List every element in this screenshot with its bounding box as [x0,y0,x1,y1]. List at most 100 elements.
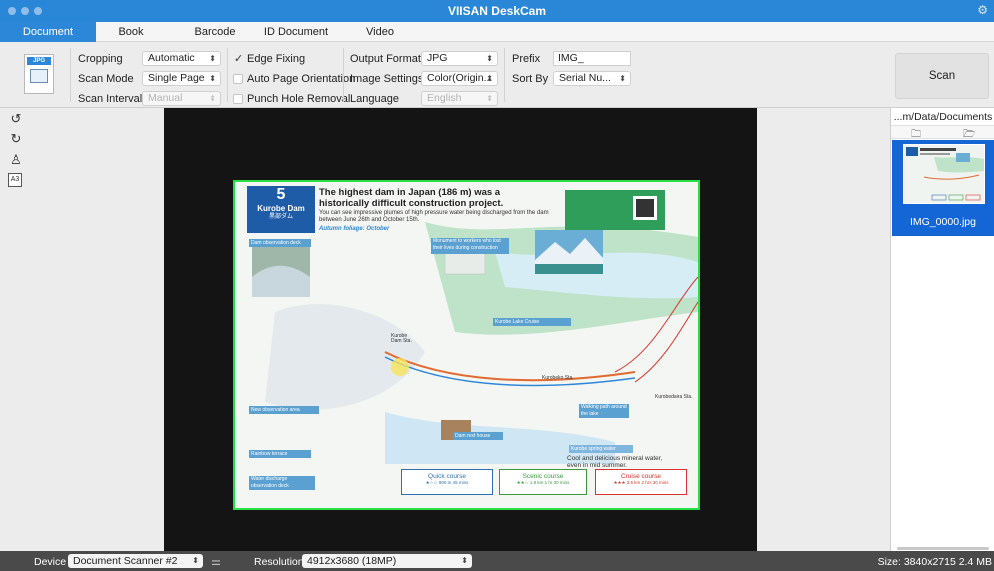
resolution-label: Resolution [254,556,304,568]
file-panel: ...m/Data/Documents 🗀 🗁 IMG_0000.jpg [890,108,994,551]
sort-by-label: Sort By [512,73,549,85]
preview-tools: ↺ ↻ ♙ A3 [0,108,30,551]
poster-title: The highest dam in Japan (186 m) was a h… [319,187,504,209]
rotate-right-icon[interactable]: ↻ [8,131,24,147]
image-settings-value: Color(Origin... [427,72,493,84]
gear-icon[interactable]: ⚙ [977,3,988,17]
tag-monument: Monument to workers who lost their lives… [431,238,509,254]
title-bar: VIISAN DeskCam ⚙ [0,0,994,22]
language-value: English [427,92,462,104]
station-kurobedaira: Kurobedaira Sta. [655,394,693,400]
spot-number-badge: 5 Kurobe Dam 黒部ダム [247,186,315,233]
poster-subtitle: You can see impressive plumes of high pr… [319,210,549,223]
edge-fixing-label: Edge Fixing [247,53,306,65]
edge-fixing-checkbox[interactable]: ✓ [234,52,243,65]
scan-mode-label: Scan Mode [78,73,134,85]
save-path: ...m/Data/Documents [893,111,993,123]
station-kurobe-dam: Kurobe Dam Sta. [391,333,412,344]
cruise-course-detail: ★★★ 3.6 km 2 hrs 30 mins [613,480,669,485]
poster-autumn-foliage: Autumn foliage: October [319,226,390,232]
chevron-updown-icon: ⬍ [209,94,216,103]
detected-document[interactable]: 5 Kurobe Dam 黒部ダム The highest dam in Jap… [233,180,700,510]
sort-by-select[interactable]: Serial Nu... ⬍ [553,71,631,86]
quick-course-box: Quick course ★☆☆ 800 m 45 mins [401,469,493,495]
language-label: Language [350,93,399,105]
chevron-updown-icon: ⬍ [209,74,216,83]
tag-spring-water: Kurobe spring water [569,445,633,453]
scenic-course-detail: ★★☆ 1.8 km 1 hr 30 mins [516,480,570,485]
scan-interval-select[interactable]: Manual ⬍ [142,91,221,106]
prefix-input[interactable]: IMG_ [553,51,631,66]
mode-tabs: Document Book Barcode ID Document Video [0,22,994,42]
spot-name: Kurobe Dam [257,204,305,213]
scenic-course-box: Scenic course ★★☆ 1.8 km 1 hr 30 mins [499,469,587,495]
resolution-select[interactable]: 4912x3680 (18MP) ⬍ [302,554,472,568]
chevron-updown-icon: ⬍ [486,74,493,83]
scan-interval-value: Manual [148,92,183,104]
divider [504,48,505,102]
sort-by-value: Serial Nu... [559,72,611,84]
divider [227,48,228,102]
device-select[interactable]: Document Scanner #2 ⬍ [68,554,203,568]
output-format-select[interactable]: JPG ⬍ [421,51,498,66]
language-select[interactable]: English ⬍ [421,91,498,106]
divider [343,48,344,102]
output-format-label: Output Format [350,53,421,65]
tab-video[interactable]: Video [342,22,418,42]
tag-new-observation-area: New observation area [249,406,319,414]
tag-walking-path: Walking path around the lake [579,404,629,418]
horizontal-scrollbar[interactable] [897,547,989,550]
thumbnail-image [903,144,985,204]
resolution-value: 4912x3680 (18MP) [307,555,397,567]
spot-number: 5 [276,186,286,203]
quick-course-detail: ★☆☆ 800 m 45 mins [425,480,469,485]
tag-lake-cruise: Kurobe Lake Cruise [493,318,571,326]
tag-rainbow-terrace: Rainbow terrace [249,450,311,458]
cruise-course-box: Cruise course ★★★ 3.6 km 2 hrs 30 mins [595,469,687,495]
device-label: Device [34,556,67,568]
spot-name-japanese: 黒部ダム [268,214,293,220]
station-kurobeko: Kurobeko Sta. [542,375,574,381]
chevron-updown-icon: ⬍ [486,54,493,63]
paper-size-a3-icon[interactable]: A3 [8,173,22,187]
thumbnail-preview [904,145,984,203]
file-item[interactable]: IMG_0000.jpg [892,140,994,236]
file-name: IMG_0000.jpg [910,216,976,228]
scan-mode-select[interactable]: Single Page ⬍ [142,71,221,86]
auto-page-orientation-checkbox[interactable] [233,74,243,84]
tab-barcode[interactable]: Barcode [180,22,250,42]
folder-actions: 🗀 🗁 [891,125,994,140]
stamp-icon[interactable]: ♙ [8,152,24,168]
window-title: VIISAN DeskCam [447,4,547,18]
scan-mode-value: Single Page [148,72,205,84]
scan-button[interactable]: Scan [895,53,989,99]
punch-hole-removal-checkbox[interactable] [233,94,243,104]
rotate-left-icon[interactable]: ↺ [8,111,24,127]
status-bar: Device Document Scanner #2 ⬍ ⚌ Resolution… [0,551,994,571]
chevron-updown-icon: ⬍ [192,556,199,565]
image-settings-select[interactable]: Color(Origin... ⬍ [421,71,498,86]
format-label: JPG [27,57,51,65]
cropping-value: Automatic [148,52,195,64]
chevron-updown-icon: ⬍ [486,94,493,103]
adjust-settings-icon[interactable]: ⚌ [211,555,221,568]
auto-page-orientation-label: Auto Page Orientation [247,73,356,85]
prefix-label: Prefix [512,53,541,65]
cropping-select[interactable]: Automatic ⬍ [142,51,221,66]
chevron-updown-icon: ⬍ [619,74,626,83]
image-size-info: Size: 3840x2715 2.4 MB [877,556,992,568]
quick-course-name: Quick course [428,473,466,480]
tab-document[interactable]: Document [0,22,96,42]
settings-toolbar: JPG Cropping Automatic ⬍ Scan Mode Single… [0,42,994,108]
tab-id-document[interactable]: ID Document [250,22,342,42]
tag-dam-rest-house: Dam rest house [453,432,503,440]
scenic-course-name: Scenic course [522,473,564,480]
output-format-icon: JPG [24,54,54,94]
spring-water-note: Cool and delicious mineral water, even i… [567,455,663,469]
chevron-updown-icon: ⬍ [209,54,216,63]
tab-book[interactable]: Book [96,22,166,42]
scan-interval-label: Scan Interval [78,93,143,105]
cruise-course-name: Cruise course [620,473,662,480]
image-settings-label: Image Settings [350,73,424,85]
device-value: Document Scanner #2 [73,555,178,567]
